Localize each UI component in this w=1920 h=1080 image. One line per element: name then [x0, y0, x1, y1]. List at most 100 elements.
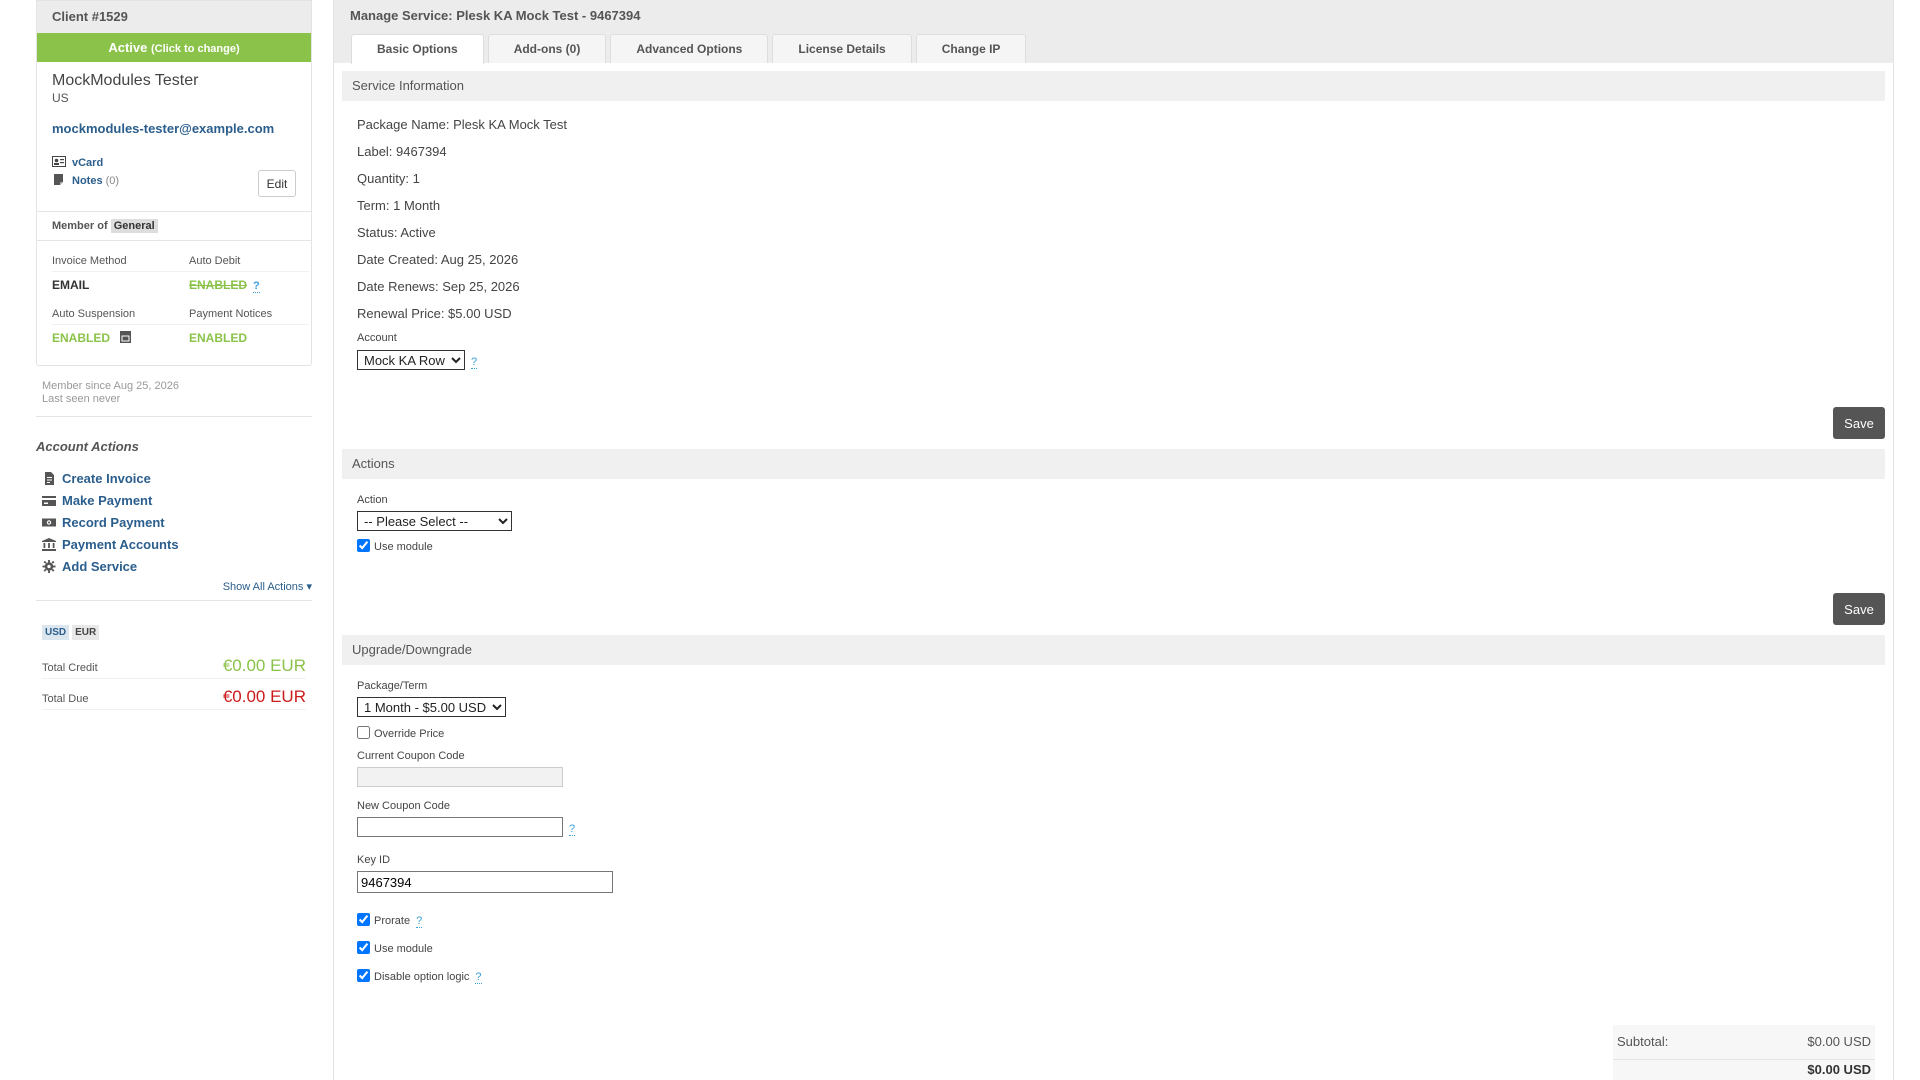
create-invoice-link[interactable]: Create Invoice — [62, 471, 151, 486]
service-information-section: Package Name: Plesk KA Mock Test Label: … — [342, 101, 1885, 449]
package-name: Package Name: Plesk KA Mock Test — [357, 117, 568, 132]
upgrade-downgrade-section: Package/Term 1 Month - $5.00 USD Overrid… — [342, 665, 1885, 998]
currency-tab-eur[interactable]: EUR — [72, 625, 100, 640]
client-status-toggle[interactable]: Active (Click to change) — [37, 33, 311, 62]
payment-accounts-link[interactable]: Payment Accounts — [62, 537, 179, 552]
prorate-help-icon[interactable]: ? — [416, 915, 423, 928]
prorate-checkbox[interactable] — [357, 913, 370, 926]
action-label: Action — [357, 494, 388, 506]
add-service-link[interactable]: Add Service — [62, 559, 137, 574]
disable-option-logic-help-icon[interactable]: ? — [475, 971, 482, 984]
client-email-link[interactable]: mockmodules-tester@example.com — [52, 121, 296, 136]
currency-tab-usd[interactable]: USD — [42, 625, 70, 640]
record-payment-link[interactable]: Record Payment — [62, 515, 165, 530]
tab-license-details[interactable]: License Details — [772, 34, 912, 63]
show-all-actions-row: Show All Actions ▾ — [36, 580, 312, 601]
gear-icon — [42, 558, 56, 573]
auto-suspension-value: ENABLED — [52, 331, 111, 345]
client-status-hint[interactable]: (Click to change) — [151, 43, 240, 55]
date-renews: Date Renews: Sep 25, 2026 — [357, 279, 520, 294]
disable-option-logic-label: Disable option logic — [374, 971, 470, 983]
account-help-icon[interactable]: ? — [471, 355, 478, 369]
key-id-label: Key ID — [357, 854, 391, 866]
total-due-value: €0.00 EUR — [222, 687, 306, 706]
auto-suspension-label: Auto Suspension — [52, 304, 189, 325]
bank-icon — [42, 536, 56, 551]
action-make-payment[interactable]: Make Payment — [36, 490, 312, 512]
override-price-label: Override Price — [374, 728, 445, 740]
prorate-label: Prorate — [374, 915, 411, 927]
account-totals: Total Credit €0.00 EUR Total Due €0.00 E… — [36, 648, 312, 710]
make-payment-link[interactable]: Make Payment — [62, 493, 152, 508]
currency-tabs: USD EUR — [36, 623, 312, 640]
calendar-icon[interactable] — [120, 331, 132, 343]
tab-add-ons[interactable]: Add-ons (0) — [487, 34, 607, 63]
new-coupon-label: New Coupon Code — [357, 800, 450, 812]
upgrade-use-module-label: Use module — [374, 943, 433, 955]
payment-notices-value: ENABLED — [189, 331, 248, 345]
subtotal-row: Subtotal: $0.00 USD — [1613, 1025, 1875, 1060]
service-label: Label: 9467394 — [357, 144, 447, 159]
actions-section: Action -- Please Select -- Use module Sa… — [342, 479, 1885, 635]
account-select[interactable]: Mock KA Row — [357, 350, 465, 370]
client-status[interactable]: Active — [108, 40, 147, 55]
notes-count: (0) — [105, 175, 120, 187]
total-value: $0.00 USD — [1807, 1062, 1871, 1077]
current-coupon-label: Current Coupon Code — [357, 750, 465, 762]
subtotal-label: Subtotal: — [1617, 1034, 1669, 1049]
date-created: Date Created: Aug 25, 2026 — [357, 252, 519, 267]
last-seen: Last seen never — [42, 393, 121, 405]
tab-change-ip[interactable]: Change IP — [915, 34, 1027, 63]
file-invoice-icon — [42, 470, 56, 485]
price-summary: Subtotal: $0.00 USD $0.00 USD — [1613, 1025, 1875, 1080]
package-term-select[interactable]: 1 Month - $5.00 USD — [357, 697, 506, 717]
show-all-actions-link[interactable]: Show All Actions ▾ — [223, 581, 312, 593]
total-due-label: Total Due — [42, 693, 89, 705]
member-of-label: Member of — [52, 220, 108, 232]
manage-service-header: Manage Service: Plesk KA Mock Test - 946… — [334, 0, 1893, 64]
save-action-button[interactable]: Save — [1833, 593, 1885, 625]
key-id-field[interactable] — [357, 871, 613, 893]
member-since-block: Member since Aug 25, 2026 Last seen neve… — [36, 366, 312, 417]
member-since: Member since Aug 25, 2026 — [42, 380, 179, 392]
save-service-info-button[interactable]: Save — [1833, 407, 1885, 439]
prorate-row: Prorate? — [357, 910, 1870, 932]
total-credit-row: Total Credit €0.00 EUR — [42, 648, 306, 679]
service-status: Status: Active — [357, 225, 436, 240]
payment-notices-label: Payment Notices — [189, 304, 309, 325]
action-payment-accounts[interactable]: Payment Accounts — [36, 534, 312, 556]
manage-service-panel: Manage Service: Plesk KA Mock Test - 946… — [333, 0, 1894, 1080]
action-add-service[interactable]: Add Service — [36, 556, 312, 578]
action-record-payment[interactable]: Record Payment — [36, 512, 312, 534]
new-coupon-field[interactable] — [357, 817, 563, 837]
auto-debit-help-icon[interactable]: ? — [253, 280, 260, 293]
edit-client-button[interactable]: Edit — [258, 170, 296, 197]
client-country: US — [52, 91, 69, 105]
tab-basic-options[interactable]: Basic Options — [351, 34, 484, 64]
disable-option-logic-row: Disable option logic? — [357, 966, 1870, 988]
upgrade-use-module-checkbox[interactable] — [357, 941, 370, 954]
total-row: $0.00 USD — [1613, 1060, 1875, 1080]
actions-header: Actions — [342, 449, 1885, 479]
client-group-badge: General — [110, 219, 158, 233]
override-price-row: Override Price — [357, 723, 1870, 745]
account-actions-list: Create Invoice Make Payment Record Payme… — [36, 468, 312, 578]
auto-debit-value: ENABLED — [189, 278, 248, 292]
use-module-checkbox[interactable] — [357, 539, 370, 552]
action-create-invoice[interactable]: Create Invoice — [36, 468, 312, 490]
new-coupon-help-icon[interactable]: ? — [569, 822, 576, 836]
auto-debit-label: Auto Debit — [189, 251, 309, 272]
action-select[interactable]: -- Please Select -- — [357, 511, 512, 531]
vcard-link[interactable]: vCard — [72, 157, 103, 169]
tab-advanced-options[interactable]: Advanced Options — [610, 34, 769, 63]
override-price-checkbox[interactable] — [357, 726, 370, 739]
account-actions-title: Account Actions — [36, 439, 139, 454]
client-number: Client #1529 — [37, 1, 311, 33]
service-content: Service Information Package Name: Plesk … — [334, 63, 1893, 998]
notes-link[interactable]: Notes — [72, 175, 103, 187]
disable-option-logic-checkbox[interactable] — [357, 969, 370, 982]
service-tabs: Basic Options Add-ons (0) Advanced Optio… — [351, 34, 1030, 64]
client-details: MockModules Tester US mockmodules-tester… — [37, 62, 311, 197]
upgrade-downgrade-header: Upgrade/Downgrade — [342, 635, 1885, 665]
total-credit-label: Total Credit — [42, 662, 98, 674]
